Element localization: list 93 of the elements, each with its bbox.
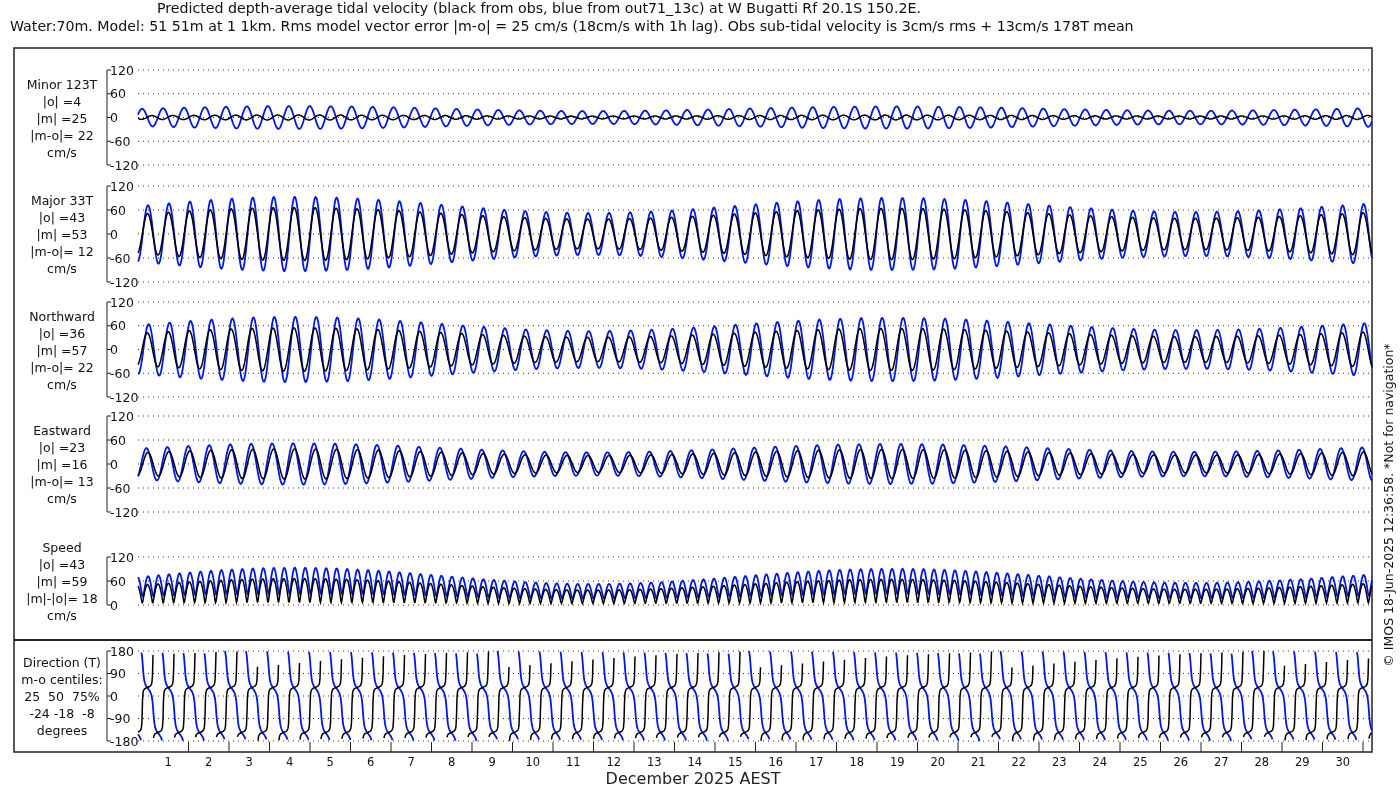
y-axis: [106, 556, 112, 606]
panel-label: Minor 123T: [26, 76, 98, 92]
x-tick-label: 14: [687, 755, 703, 769]
x-axis-title: December 2025 AEST: [605, 769, 781, 788]
y-tick-label: -120: [110, 157, 139, 173]
y-tick-label: -60: [110, 250, 131, 266]
x-tick-label: 2: [205, 755, 213, 769]
y-tick-label: 120: [110, 549, 134, 565]
panel-label: |m| =59: [36, 574, 88, 589]
panel-label: Northward: [29, 308, 95, 324]
panel-label: Speed: [42, 540, 82, 555]
x-tick-label: 30: [1335, 755, 1351, 769]
panel-label: |m|-|o|= 18: [26, 591, 98, 606]
y-tick-label: -60: [110, 133, 131, 149]
chart-subtitle: Water:70m. Model: 51 51m at 1 1km. Rms model vector error |m-o| = 25 cm/s (18cm/s with 1h lag). Obs sub-tidal velocity is 3cm/s rms + 13cm/s 178T mean: [10, 18, 1134, 34]
y-tick-label: -120: [110, 389, 139, 405]
panel-label: |o| =36: [38, 325, 86, 341]
panel-label: |o| =43: [38, 557, 86, 572]
y-tick-label: 120: [110, 408, 134, 424]
panel-label: -24 -18 -8: [29, 706, 95, 721]
x-tick-label: 10: [525, 755, 541, 769]
x-tick-label: 9: [488, 755, 496, 769]
y-tick-label: 120: [110, 294, 134, 310]
x-tick-label: 12: [606, 755, 622, 769]
x-tick-label: 13: [646, 755, 662, 769]
panel-label: cm/s: [47, 144, 77, 160]
panel-label: |o| =4: [42, 93, 82, 109]
panel-label: Eastward: [33, 423, 91, 438]
panel-label: |m-o|= 22: [30, 359, 94, 375]
panel-label: |m| =25: [36, 110, 88, 126]
y-tick-label: 60: [110, 318, 126, 334]
x-tick-label: 22: [1011, 755, 1027, 769]
y-tick-label: 0: [110, 110, 118, 125]
panel-label: cm/s: [47, 608, 77, 623]
panel-label: degrees: [36, 723, 88, 738]
y-tick-label: 0: [110, 456, 118, 472]
x-tick-label: 1: [164, 755, 172, 769]
x-tick-label: 21: [970, 755, 986, 769]
x-tick-label: 11: [565, 755, 581, 769]
panel-label: |o| =23: [38, 440, 86, 455]
x-tick-label: 19: [889, 755, 905, 769]
x-tick-label: 23: [1051, 755, 1067, 769]
panel-label: |m| =16: [36, 457, 88, 472]
x-tick-label: 15: [727, 755, 743, 769]
y-tick-label: -120: [110, 274, 139, 290]
y-tick-label: 60: [110, 86, 126, 102]
y-tick-label: 60: [110, 432, 126, 448]
panel-label: cm/s: [47, 261, 77, 276]
panel-label: |o| =43: [38, 210, 86, 225]
x-tick-label: 6: [367, 755, 375, 769]
panel-label: |m-o|= 22: [30, 127, 94, 143]
y-tick-label: 180: [110, 643, 134, 659]
panel-label: |m-o|= 13: [30, 474, 94, 489]
x-tick-label: 7: [407, 755, 415, 769]
x-tick-label: 16: [768, 755, 784, 769]
panel-label: |m| =53: [36, 227, 88, 242]
y-tick-label: -60: [110, 480, 131, 496]
y-tick-label: -90: [110, 711, 131, 726]
x-tick-label: 8: [448, 755, 456, 769]
x-tick-label: 25: [1132, 755, 1148, 769]
x-tick-label: 20: [930, 755, 946, 769]
x-tick-label: 18: [849, 755, 865, 769]
panel-label: Major 33T: [30, 193, 94, 208]
x-tick-label: 26: [1173, 755, 1189, 769]
y-tick-label: 0: [110, 597, 118, 613]
x-tick-label: 17: [808, 755, 824, 769]
x-tick-label: 27: [1213, 755, 1229, 769]
y-tick-label: 120: [110, 62, 134, 78]
y-tick-label: -180: [110, 733, 139, 749]
panel-label: Direction (T): [23, 655, 101, 670]
y-tick-label: -60: [110, 365, 131, 381]
y-tick-label: 60: [110, 573, 126, 589]
panel-label: m-o centiles:: [21, 672, 103, 687]
panel-label: |m-o|= 12: [30, 244, 94, 259]
y-tick-label: 120: [110, 178, 134, 194]
panel-label: cm/s: [47, 491, 77, 506]
panel-label: cm/s: [47, 376, 77, 392]
y-tick-label: 0: [110, 688, 118, 704]
x-tick-label: 4: [286, 755, 294, 769]
y-tick-label: -120: [110, 504, 139, 520]
x-tick-label: 29: [1294, 755, 1310, 769]
copyright-note: © IMOS 18-Jun-2025 12:36:58. *Not for navigation*: [1381, 343, 1396, 667]
y-tick-label: 0: [110, 342, 118, 357]
panel-label: |m| =57: [36, 342, 88, 358]
x-tick-label: 5: [326, 755, 334, 769]
y-tick-label: 60: [110, 202, 126, 218]
y-tick-label: 90: [110, 666, 126, 681]
y-tick-label: 0: [110, 226, 118, 242]
x-tick-label: 3: [245, 755, 253, 769]
x-tick-label: 28: [1254, 755, 1270, 769]
chart-title: Predicted depth-average tidal velocity (black from obs, blue from out71_13c) at W Bugatti Rf 20.1S 150.2E.: [157, 0, 921, 16]
panel-label: 25 50 75%: [24, 689, 100, 704]
x-tick-label: 24: [1092, 755, 1108, 769]
